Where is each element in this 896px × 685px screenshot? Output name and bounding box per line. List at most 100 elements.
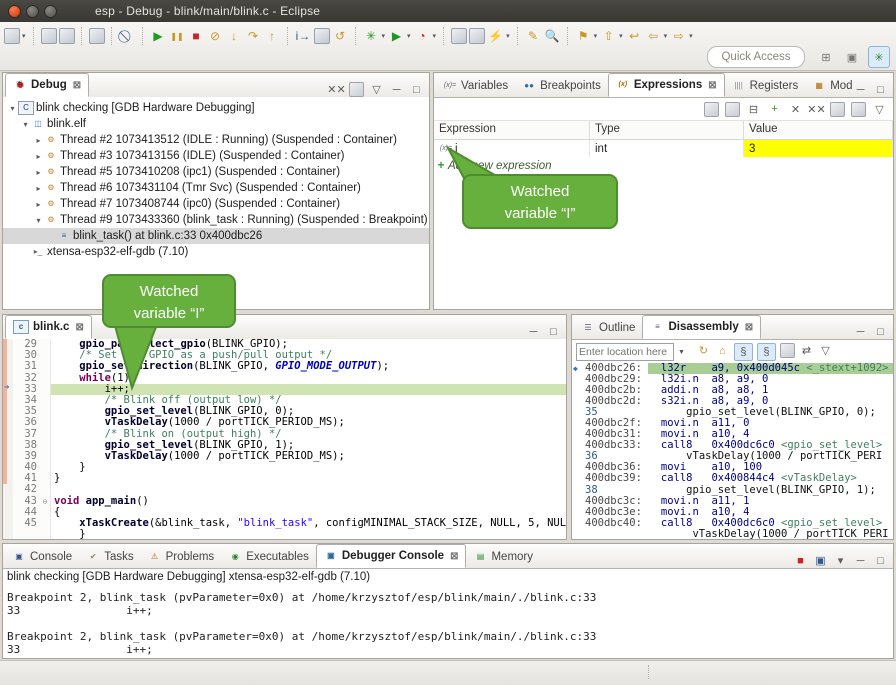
tab-close-icon[interactable]: ⊠ [73,80,81,91]
step-filters-icon[interactable] [314,28,330,44]
remove-icon[interactable]: ✕ [788,102,803,117]
dropdown-caret-icon[interactable]: ▾ [619,32,623,40]
fold-marker[interactable]: ⊖ [40,496,51,507]
save-icon[interactable] [41,28,57,44]
flash-icon[interactable]: ⚡ [487,28,504,45]
step-return-icon[interactable]: ↑ [264,28,281,45]
window-minimize-button[interactable] [26,5,39,18]
save-all-icon[interactable] [59,28,75,44]
dropdown-caret-icon[interactable]: ▾ [506,32,510,40]
link-icon[interactable]: ⇄ [799,343,814,358]
refresh-icon[interactable]: ↻ [696,343,711,358]
back-icon[interactable]: ⇦ [645,28,662,45]
dropdown-caret-icon[interactable]: ▾ [689,32,693,40]
tree-item[interactable]: ▸⚙Thread #7 1073408744 (ipc0) (Suspended… [3,196,429,212]
tab-close-icon[interactable]: ⊠ [75,322,83,333]
tab-debugger-console[interactable]: ▣Debugger Console⊠ [316,544,467,568]
column-value[interactable]: Value [744,121,893,139]
tab-disassembly[interactable]: ≡Disassembly⊠ [642,315,761,339]
column-expression[interactable]: Expression [434,121,590,139]
skip-breakpoints-icon[interactable]: ⃠ [119,28,136,45]
collapse-all-icon[interactable]: ⊟ [746,102,761,117]
forward-icon[interactable]: ⇨ [670,28,687,45]
home-icon[interactable]: ⌂ [715,343,730,358]
dropdown-caret-icon[interactable]: ▾ [382,32,386,40]
code-line[interactable]: 45 xTaskCreate(&blink_task, "blink_task"… [3,518,566,529]
quick-access-button[interactable]: Quick Access [707,46,805,68]
maximize-icon[interactable]: □ [546,324,561,339]
tree-item[interactable]: ▸⚙Thread #6 1073431104 (Tmr Svc) (Suspen… [3,180,429,196]
tree-item[interactable]: ▸_xtensa-esp32-elf-gdb (7.10) [3,244,429,260]
debug-launch-icon[interactable]: ✳ [363,28,380,45]
code-line[interactable]: 43⊖void app_main() [3,496,566,507]
track-icon[interactable]: § [757,343,776,361]
export-icon[interactable] [851,102,866,117]
caret-icon[interactable]: ▾ [833,553,848,568]
tree-item[interactable]: ▾Cblink checking [GDB Hardware Debugging… [3,100,429,116]
coverage-launch-icon[interactable]: ◔ [414,28,431,45]
minimize-icon[interactable]: ─ [526,324,541,339]
restart-icon[interactable]: ↺ [332,28,349,45]
tab-debug[interactable]: 🐞Debug⊠ [5,73,89,97]
window-close-button[interactable] [8,5,21,18]
new-wizard-icon[interactable] [4,28,20,44]
expander-icon[interactable]: ▸ [33,136,44,145]
location-dropdown-icon[interactable]: ▼ [678,349,685,356]
maximize-icon[interactable]: □ [873,82,888,97]
expander-icon[interactable]: ▸ [33,200,44,209]
console-output[interactable]: Breakpoint 2, blink_task (pvParameter=0x… [3,587,893,658]
tree-item[interactable]: ▾◫blink.elf [3,116,429,132]
column-type[interactable]: Type [590,121,744,139]
tab-registers[interactable]: ||||Registers [725,75,806,97]
editor-content[interactable]: 29 gpio_pad_select_gpio(BLINK_GPIO);30 /… [3,339,566,539]
disassembly-line[interactable]: vTaskDelay(1000 / portTICK_PERI [572,529,893,539]
maximize-icon[interactable]: □ [873,553,888,568]
step-over-icon[interactable]: ↷ [245,28,262,45]
expander-icon[interactable]: ▾ [20,120,31,129]
tab-variables[interactable]: (x)=Variables [436,75,515,97]
expander-icon[interactable]: ▸ [33,152,44,161]
maximize-icon[interactable]: □ [409,82,424,97]
new-view-icon[interactable] [830,102,845,117]
tree-item[interactable]: ▸⚙Thread #2 1073413512 (IDLE : Running) … [3,132,429,148]
debug-perspective-icon[interactable]: ✳ [868,46,890,68]
minimize-icon[interactable]: ─ [853,82,868,97]
open-perspective-icon[interactable]: ⊞ [816,47,836,67]
resume-icon[interactable]: ▶ [150,28,167,45]
run-launch-icon[interactable]: ▶ [388,28,405,45]
open-folder-icon[interactable] [469,28,485,44]
tab-close-icon[interactable]: ⊠ [450,551,458,562]
code-line[interactable]: 41} [3,473,566,484]
view-menu-icon[interactable]: ▽ [369,82,384,97]
tab-problems[interactable]: ⚠Problems [141,546,222,568]
dropdown-caret-icon[interactable]: ▾ [407,32,411,40]
tree-item[interactable]: ▾⚙Thread #9 1073433360 (blink_task : Run… [3,212,429,228]
tab-expressions[interactable]: (x)Expressions⊠ [608,73,725,97]
tab-modules[interactable]: ▦Modules [805,75,853,97]
remove-all-icon[interactable]: ✕✕ [809,102,824,117]
instruction-stepping-icon[interactable]: i→ [295,28,312,45]
last-edit-icon[interactable]: ↩ [626,28,643,45]
disassembly-content[interactable]: 400dbc26: l32r a9, 0x400d045c <_stext+10… [572,363,893,539]
step-into-icon[interactable]: ↓ [226,28,243,45]
show-types-icon[interactable] [704,102,719,117]
open-project-icon[interactable] [451,28,467,44]
code-line[interactable]: 39 vTaskDelay(1000 / portTICK_PERIOD_MS)… [3,451,566,462]
tab-executables[interactable]: ◉Executables [221,546,316,568]
remove-all-icon[interactable]: ✕✕ [329,82,344,97]
code-line[interactable]: 40 } [3,462,566,473]
tab-close-icon[interactable]: ⊠ [745,322,753,333]
terminate-icon[interactable]: ■ [188,28,205,45]
terminate-icon-red[interactable]: ■ [793,553,808,568]
tab-memory[interactable]: ▤Memory [466,546,540,568]
suspend-icon[interactable]: ❚❚ [169,28,186,45]
instruction-step-icon[interactable] [349,82,364,97]
location-input[interactable] [576,343,674,361]
tree-item[interactable]: ▸⚙Thread #3 1073413156 (IDLE) (Suspended… [3,148,429,164]
code-line[interactable]: } [3,529,566,539]
tab-blink-c[interactable]: cblink.c⊠ [5,315,92,339]
show-logical-icon[interactable] [725,102,740,117]
tree-item[interactable]: ≡blink_task() at blink.c:33 0x400dbc26 [3,228,429,244]
expander-icon[interactable]: ▸ [33,168,44,177]
new-view-icon[interactable] [780,343,795,358]
